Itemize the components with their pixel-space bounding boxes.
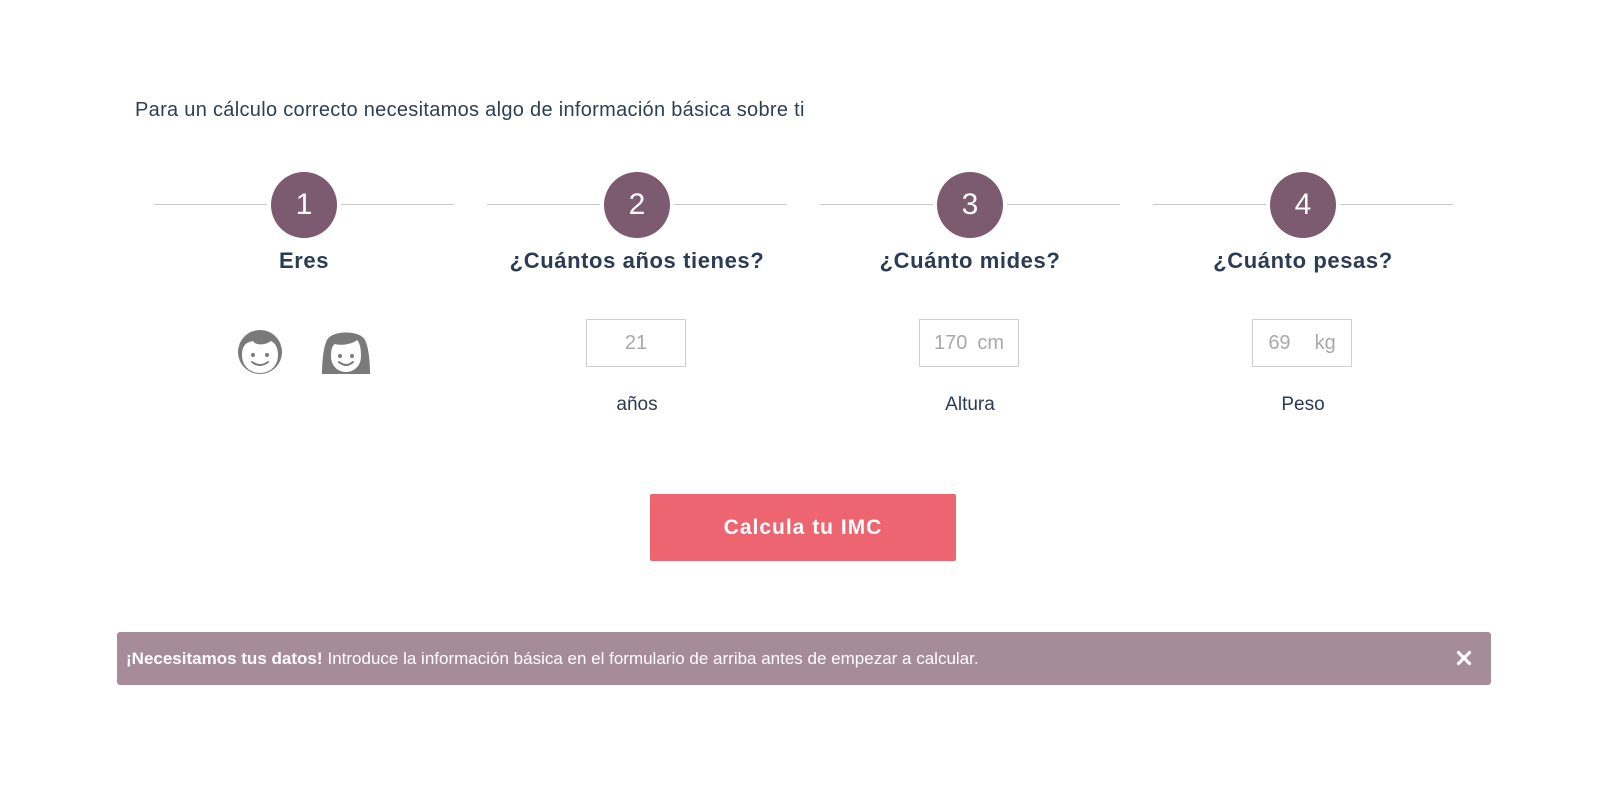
step-divider-line — [1340, 204, 1453, 205]
step-number-badge: 1 — [271, 172, 337, 238]
height-caption: Altura — [945, 394, 995, 415]
age-value: 21 — [624, 331, 648, 354]
female-face-icon[interactable] — [319, 324, 373, 378]
gender-selector — [154, 324, 454, 378]
height-unit: cm — [977, 331, 1005, 354]
step-title: Eres — [278, 248, 330, 273]
bmi-calculator-page: Para un cálculo correcto necesitamos alg… — [0, 0, 1600, 800]
step-divider-line — [820, 204, 933, 205]
step-divider-line — [1153, 204, 1266, 205]
step-weight: 4 ¿Cuánto pesas? 69 kg Peso — [1153, 172, 1453, 432]
close-icon[interactable] — [1451, 645, 1477, 671]
step-number-badge: 2 — [604, 172, 670, 238]
step-divider-line — [1007, 204, 1120, 205]
height-value: 170 — [933, 331, 968, 354]
step-divider-line — [487, 204, 600, 205]
step-title: ¿Cuánto mides? — [879, 248, 1061, 273]
step-title: ¿Cuánto pesas? — [1213, 248, 1393, 273]
male-face-icon[interactable] — [233, 324, 287, 378]
weight-value: 69 — [1268, 331, 1291, 354]
height-input[interactable]: 170 cm — [919, 319, 1019, 367]
step-number-badge: 4 — [1270, 172, 1336, 238]
weight-unit: kg — [1314, 331, 1336, 354]
step-age: 2 ¿Cuántos años tienes? 21 años — [487, 172, 787, 432]
age-caption: años — [616, 394, 658, 415]
missing-data-alert: ¡Necesitamos tus datos! Introduce la inf… — [117, 632, 1491, 685]
calculate-bmi-button[interactable]: Calcula tu IMC — [650, 494, 956, 561]
alert-message: Introduce la información básica en el fo… — [327, 648, 979, 668]
step-gender: 1 Eres — [154, 172, 454, 432]
age-input[interactable]: 21 — [586, 319, 686, 367]
step-height: 3 ¿Cuánto mides? 170 cm Altura — [820, 172, 1120, 432]
step-divider-line — [674, 204, 787, 205]
weight-input[interactable]: 69 kg — [1252, 319, 1352, 367]
alert-title: ¡Necesitamos tus datos! — [126, 648, 323, 668]
step-divider-line — [154, 204, 267, 205]
step-divider-line — [341, 204, 454, 205]
step-title: ¿Cuántos años tienes? — [509, 248, 765, 273]
step-number-badge: 3 — [937, 172, 1003, 238]
steps-row: 1 Eres 2 ¿Cuántos años tienes? 21 años 3… — [0, 0, 1600, 440]
weight-caption: Peso — [1281, 394, 1325, 415]
